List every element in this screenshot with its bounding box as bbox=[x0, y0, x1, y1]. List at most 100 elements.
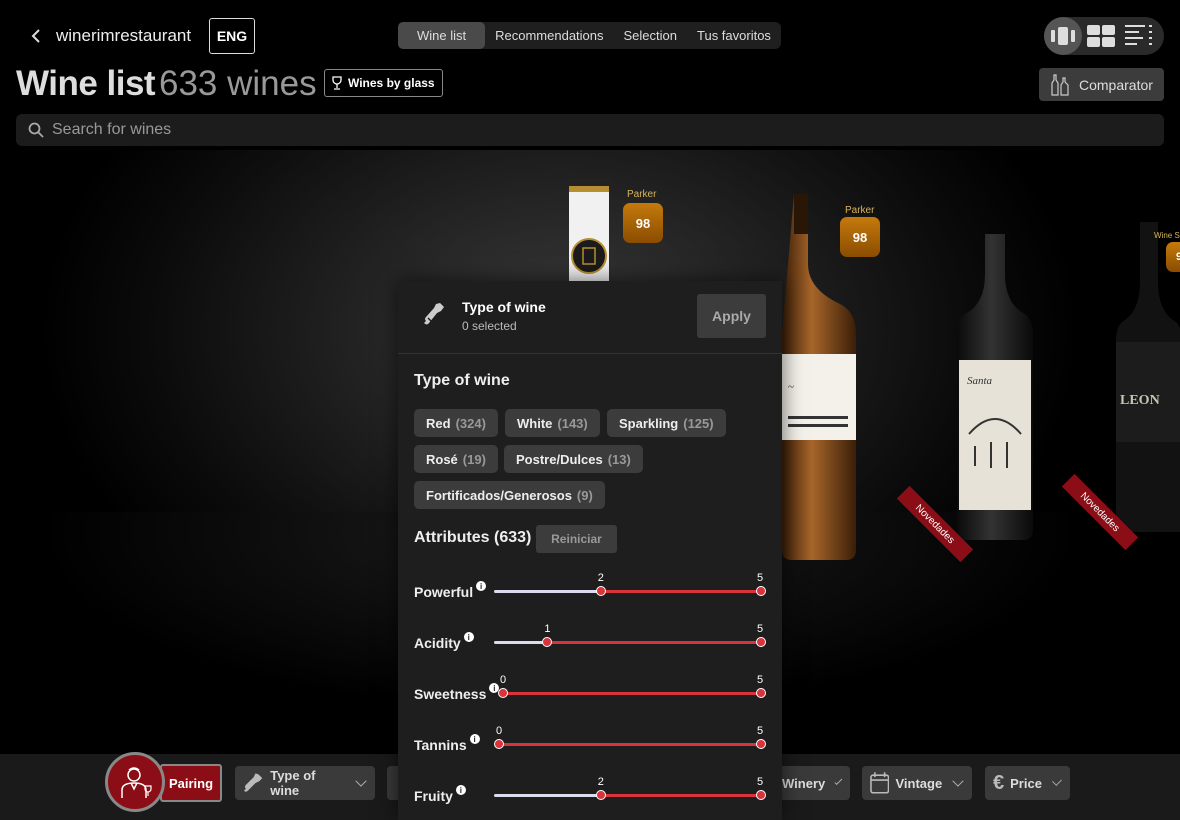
tab-favorites[interactable]: Tus favoritos bbox=[687, 22, 781, 49]
slider-min-value: 0 bbox=[496, 725, 503, 737]
slider-range[interactable] bbox=[600, 590, 761, 593]
reset-button[interactable]: Reiniciar bbox=[536, 525, 617, 553]
vintage-filter[interactable]: Vintage bbox=[862, 766, 972, 800]
slider-min-handle[interactable] bbox=[498, 688, 508, 698]
attribute-label: Fruity i bbox=[414, 785, 466, 804]
attribute-name: Acidity bbox=[414, 635, 461, 651]
search-icon bbox=[28, 122, 44, 138]
attribute-powerful: Powerful i 2 5 bbox=[414, 572, 774, 603]
slider-track[interactable] bbox=[494, 590, 601, 593]
list-view-button[interactable] bbox=[1120, 17, 1158, 55]
slider-range[interactable] bbox=[600, 794, 761, 797]
slider-range[interactable] bbox=[503, 692, 761, 695]
attribute-label: Tannins i bbox=[414, 734, 480, 753]
type-chip-red[interactable]: Red (324) bbox=[414, 409, 498, 437]
comparator-label: Comparator bbox=[1079, 76, 1153, 93]
attribute-name: Tannins bbox=[414, 737, 467, 753]
back-button[interactable] bbox=[24, 24, 48, 48]
slider-max-handle[interactable] bbox=[756, 637, 766, 647]
chevron-down-icon bbox=[355, 775, 367, 787]
info-icon[interactable]: i bbox=[463, 632, 474, 642]
rating-badge: 9 bbox=[1166, 242, 1180, 272]
calendar-icon bbox=[870, 772, 890, 794]
pairing-button[interactable]: Pairing bbox=[160, 764, 222, 802]
slider-min-handle[interactable] bbox=[542, 637, 553, 647]
apply-button[interactable]: Apply bbox=[697, 294, 766, 338]
slider-min-handle[interactable] bbox=[494, 739, 504, 749]
chip-label: Postre/Dulces bbox=[516, 451, 603, 467]
attributes-heading: Attributes (633) bbox=[414, 529, 532, 546]
rating-source: Parker bbox=[845, 205, 875, 216]
info-icon[interactable]: i bbox=[476, 581, 487, 591]
slider-max-handle[interactable] bbox=[756, 790, 766, 800]
wines-by-glass-button[interactable]: Wines by glass bbox=[324, 69, 443, 97]
type-of-wine-filter-label: Type of wine bbox=[270, 768, 316, 798]
tab-recommendations[interactable]: Recommendations bbox=[485, 22, 613, 49]
sommelier-icon bbox=[121, 767, 152, 798]
slider-min-value: 1 bbox=[544, 623, 551, 635]
selected-count: 0 selected bbox=[462, 319, 517, 333]
chevron-down-icon bbox=[952, 775, 964, 787]
attribute-label: Powerful i bbox=[414, 581, 487, 600]
attribute-name: Fruity bbox=[414, 788, 453, 804]
chip-label: Fortificados/Generosos bbox=[426, 487, 572, 503]
type-chip-fortificados[interactable]: Fortificados/Generosos (9) bbox=[414, 481, 605, 509]
info-icon[interactable]: i bbox=[455, 785, 466, 795]
wines-by-glass-label: Wines by glass bbox=[348, 76, 435, 90]
wine-count: 633 wines bbox=[159, 64, 317, 103]
chip-count: (19) bbox=[462, 451, 486, 467]
slider-max-value: 5 bbox=[757, 725, 764, 737]
chip-count: (9) bbox=[576, 487, 593, 503]
chip-count: (13) bbox=[607, 451, 631, 467]
chip-count: (324) bbox=[455, 415, 486, 431]
attribute-fruity: Fruity i 2 5 bbox=[414, 776, 774, 807]
slider-min-value: 0 bbox=[500, 674, 507, 686]
type-chip-sparkling[interactable]: Sparkling (125) bbox=[607, 409, 726, 437]
info-icon[interactable]: i bbox=[469, 734, 480, 744]
carousel-view-button[interactable] bbox=[1044, 17, 1082, 55]
attribute-name: Sweetness bbox=[414, 686, 487, 702]
sommelier-avatar[interactable] bbox=[105, 752, 165, 812]
type-chip-postre[interactable]: Postre/Dulces (13) bbox=[504, 445, 643, 473]
search-bar[interactable]: Search for wines bbox=[16, 114, 1164, 146]
rating-source: Wine S bbox=[1154, 231, 1180, 240]
wine-bottle[interactable] bbox=[566, 178, 612, 288]
slider-max-handle[interactable] bbox=[756, 739, 766, 749]
chip-label: Red bbox=[426, 415, 451, 431]
euro-icon: € bbox=[993, 771, 1005, 794]
tab-wine-list[interactable]: Wine list bbox=[398, 22, 486, 49]
type-of-wine-filter[interactable]: Type of wine bbox=[235, 766, 375, 800]
grid-view-icon bbox=[1087, 25, 1115, 47]
slider-range[interactable] bbox=[547, 641, 761, 644]
types-heading: Type of wine bbox=[414, 372, 510, 389]
wine-glass-icon bbox=[332, 76, 342, 90]
page-title: Wine list bbox=[16, 64, 156, 103]
slider-range[interactable] bbox=[499, 743, 761, 746]
price-filter[interactable]: € Price bbox=[985, 766, 1070, 800]
view-mode-switcher bbox=[1044, 17, 1164, 55]
slider-min-handle[interactable] bbox=[595, 586, 606, 596]
rating-badge: 98 bbox=[840, 217, 880, 257]
slider-track[interactable] bbox=[494, 641, 548, 644]
comparator-button[interactable]: Comparator bbox=[1039, 68, 1164, 101]
grid-view-button[interactable] bbox=[1082, 17, 1120, 55]
tab-selection[interactable]: Selection bbox=[614, 22, 687, 49]
carousel-view-icon bbox=[1051, 27, 1075, 45]
slider-min-handle[interactable] bbox=[595, 790, 606, 800]
language-button[interactable]: ENG bbox=[209, 18, 255, 54]
slider-max-value: 5 bbox=[757, 623, 764, 635]
attribute-acidity: Acidity i 1 5 bbox=[414, 623, 774, 654]
slider-track[interactable] bbox=[494, 794, 601, 797]
panel-title: Type of wine bbox=[462, 299, 546, 315]
type-chip-rose[interactable]: Rosé (19) bbox=[414, 445, 498, 473]
slider-max-value: 5 bbox=[757, 776, 764, 788]
search-input[interactable]: Search for wines bbox=[52, 121, 171, 139]
winery-filter[interactable]: Winery bbox=[770, 766, 850, 800]
type-chip-white[interactable]: White (143) bbox=[505, 409, 600, 437]
slider-min-value: 2 bbox=[597, 776, 604, 788]
price-filter-label: Price bbox=[1010, 775, 1042, 791]
slider-max-handle[interactable] bbox=[756, 586, 766, 596]
wine-bottle[interactable]: Santa bbox=[955, 234, 1035, 540]
restaurant-name: winerimrestaurant bbox=[56, 26, 192, 45]
slider-max-handle[interactable] bbox=[756, 688, 766, 698]
